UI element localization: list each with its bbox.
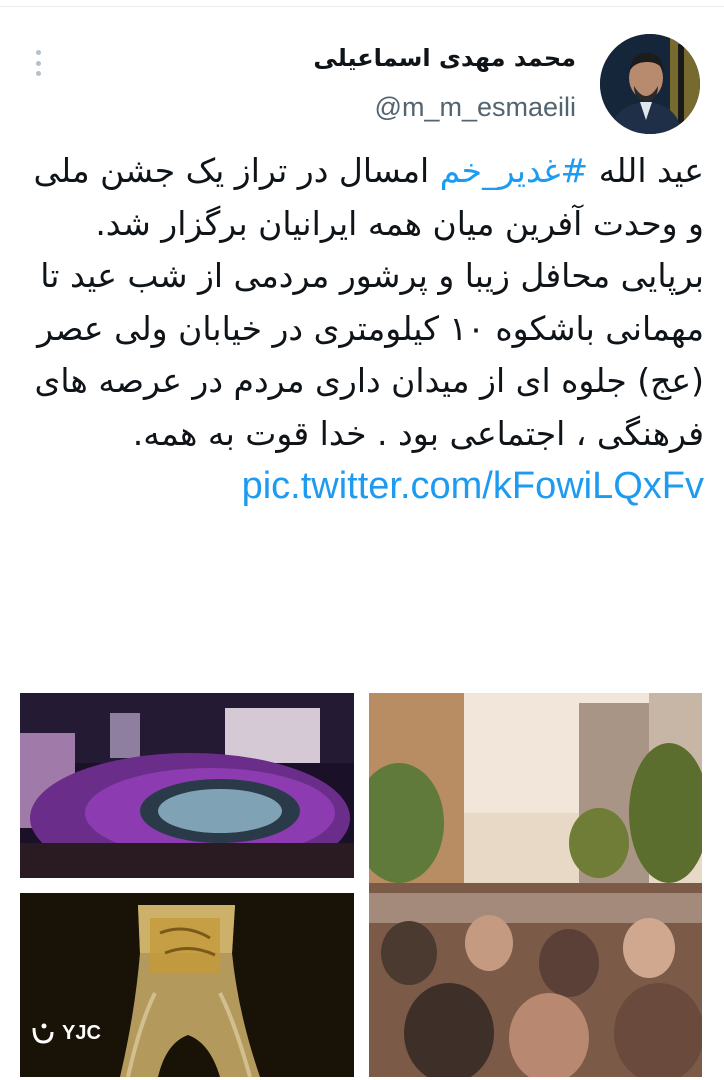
watermark-text: YJC	[62, 1021, 101, 1044]
watermark: YJC	[30, 1020, 101, 1046]
avatar[interactable]	[600, 34, 700, 134]
media-grid	[20, 693, 702, 1077]
yjc-logo-icon	[32, 1023, 54, 1044]
tweet-text: عید الله #غدیر_خم امسال در تراز یک جشن م…	[28, 145, 704, 514]
photo-azadi-tower[interactable]	[20, 893, 354, 1077]
media-link[interactable]: pic.twitter.com/kFowiLQxFv	[242, 465, 704, 507]
tweet-text-body: امسال در تراز یک جشن ملی و وحدت آفرین می…	[33, 151, 704, 453]
tweet-text-prefix: عید الله	[588, 151, 704, 190]
hashtag-link[interactable]: #غدیر_خم	[440, 151, 588, 190]
user-handle[interactable]: @m_m_esmaeili	[375, 92, 576, 123]
more-options-icon[interactable]	[28, 50, 48, 76]
photo-street-crowd[interactable]	[369, 693, 702, 1077]
display-name[interactable]: محمد مهدی اسماعیلی	[313, 44, 576, 72]
top-divider	[0, 6, 724, 7]
photo-night-square[interactable]	[20, 693, 354, 878]
